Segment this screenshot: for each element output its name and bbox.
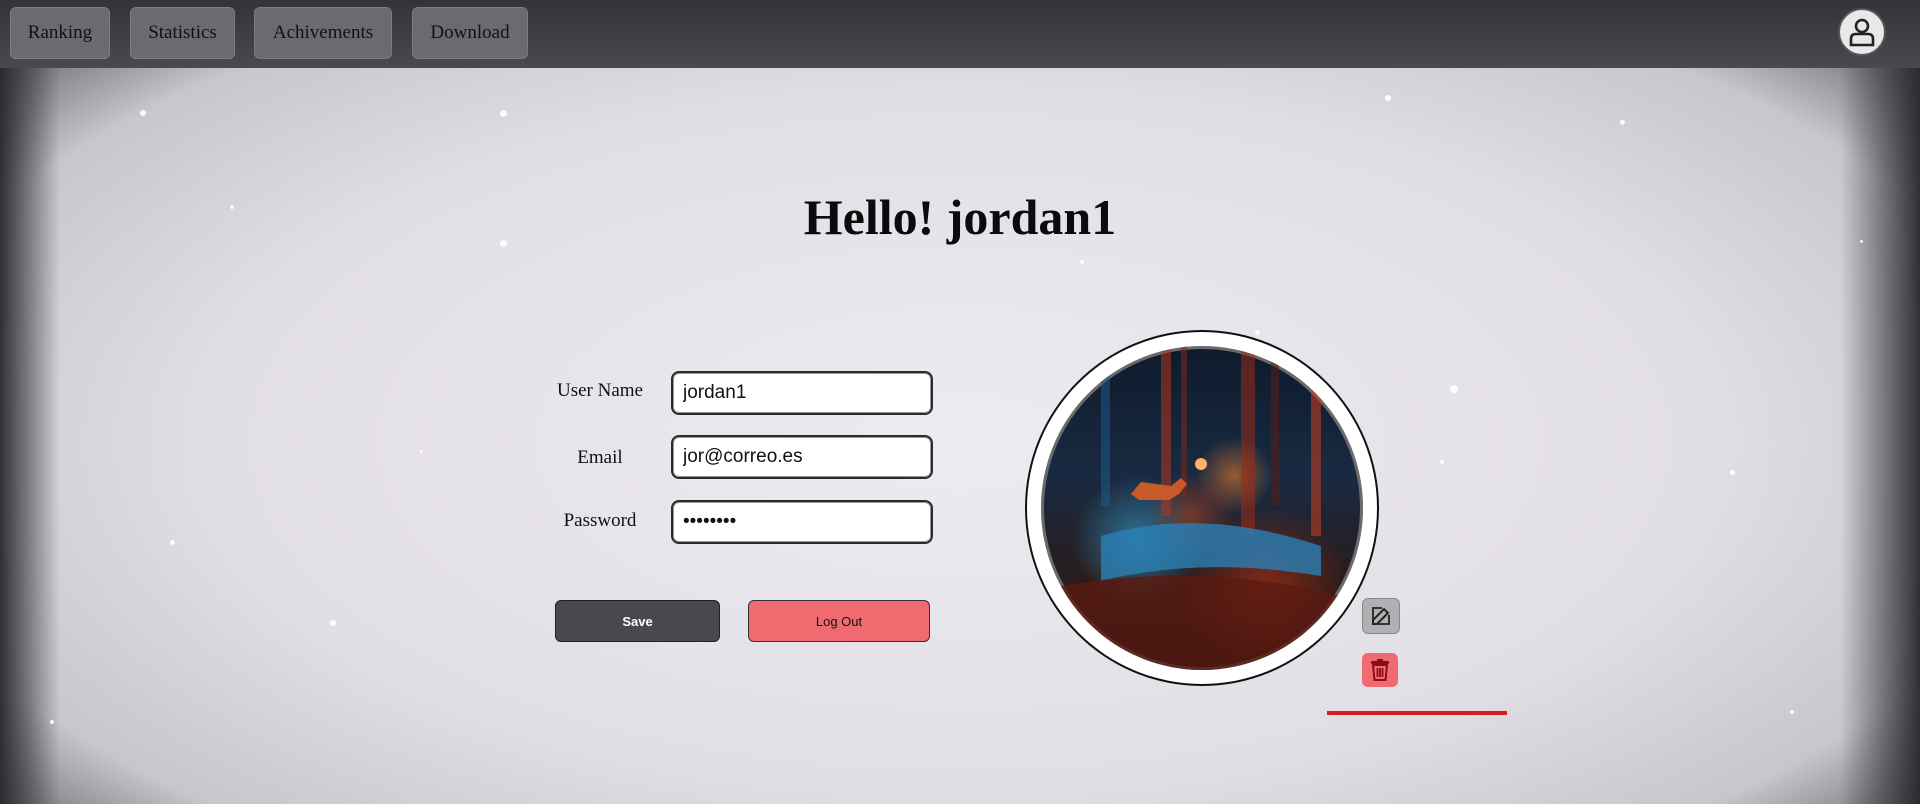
- nav-achivements-button[interactable]: Achivements: [254, 7, 392, 59]
- trash-icon: [1371, 659, 1389, 681]
- edit-icon: [1372, 607, 1390, 625]
- password-label: Password: [563, 510, 637, 531]
- background: [0, 0, 1920, 804]
- avatar-scene: [1061, 346, 1341, 670]
- star: [1385, 95, 1391, 101]
- star: [1255, 330, 1260, 335]
- password-field[interactable]: [671, 500, 933, 544]
- nav-download-button[interactable]: Download: [412, 7, 528, 59]
- star: [420, 450, 423, 453]
- background-shade-right: [1840, 0, 1920, 804]
- star: [330, 620, 336, 626]
- username-label: User Name: [557, 380, 643, 401]
- username-field[interactable]: [671, 371, 933, 415]
- user-menu-button[interactable]: [1838, 8, 1886, 56]
- star: [50, 720, 54, 724]
- star: [1790, 710, 1794, 714]
- user-icon: [1849, 18, 1875, 47]
- logout-button[interactable]: Log Out: [748, 600, 930, 642]
- star: [500, 110, 507, 117]
- star: [1450, 385, 1458, 393]
- star: [1730, 470, 1735, 475]
- star: [140, 110, 146, 116]
- top-nav-bar: Ranking Statistics Achivements Download: [0, 0, 1920, 68]
- star: [170, 540, 175, 545]
- background-shade-left: [0, 0, 60, 804]
- edit-avatar-button[interactable]: [1362, 598, 1400, 634]
- email-field[interactable]: [671, 435, 933, 479]
- star: [1080, 260, 1084, 264]
- delete-avatar-button[interactable]: [1362, 653, 1398, 687]
- avatar-image: [1041, 346, 1363, 670]
- star: [1440, 460, 1444, 464]
- email-label: Email: [577, 447, 623, 468]
- nav-ranking-button[interactable]: Ranking: [10, 7, 110, 59]
- accent-underline: [1327, 711, 1507, 715]
- star: [1620, 120, 1625, 125]
- save-button[interactable]: Save: [555, 600, 720, 642]
- page-title: Hello! jordan1: [803, 189, 1117, 245]
- nav-statistics-button[interactable]: Statistics: [130, 7, 235, 59]
